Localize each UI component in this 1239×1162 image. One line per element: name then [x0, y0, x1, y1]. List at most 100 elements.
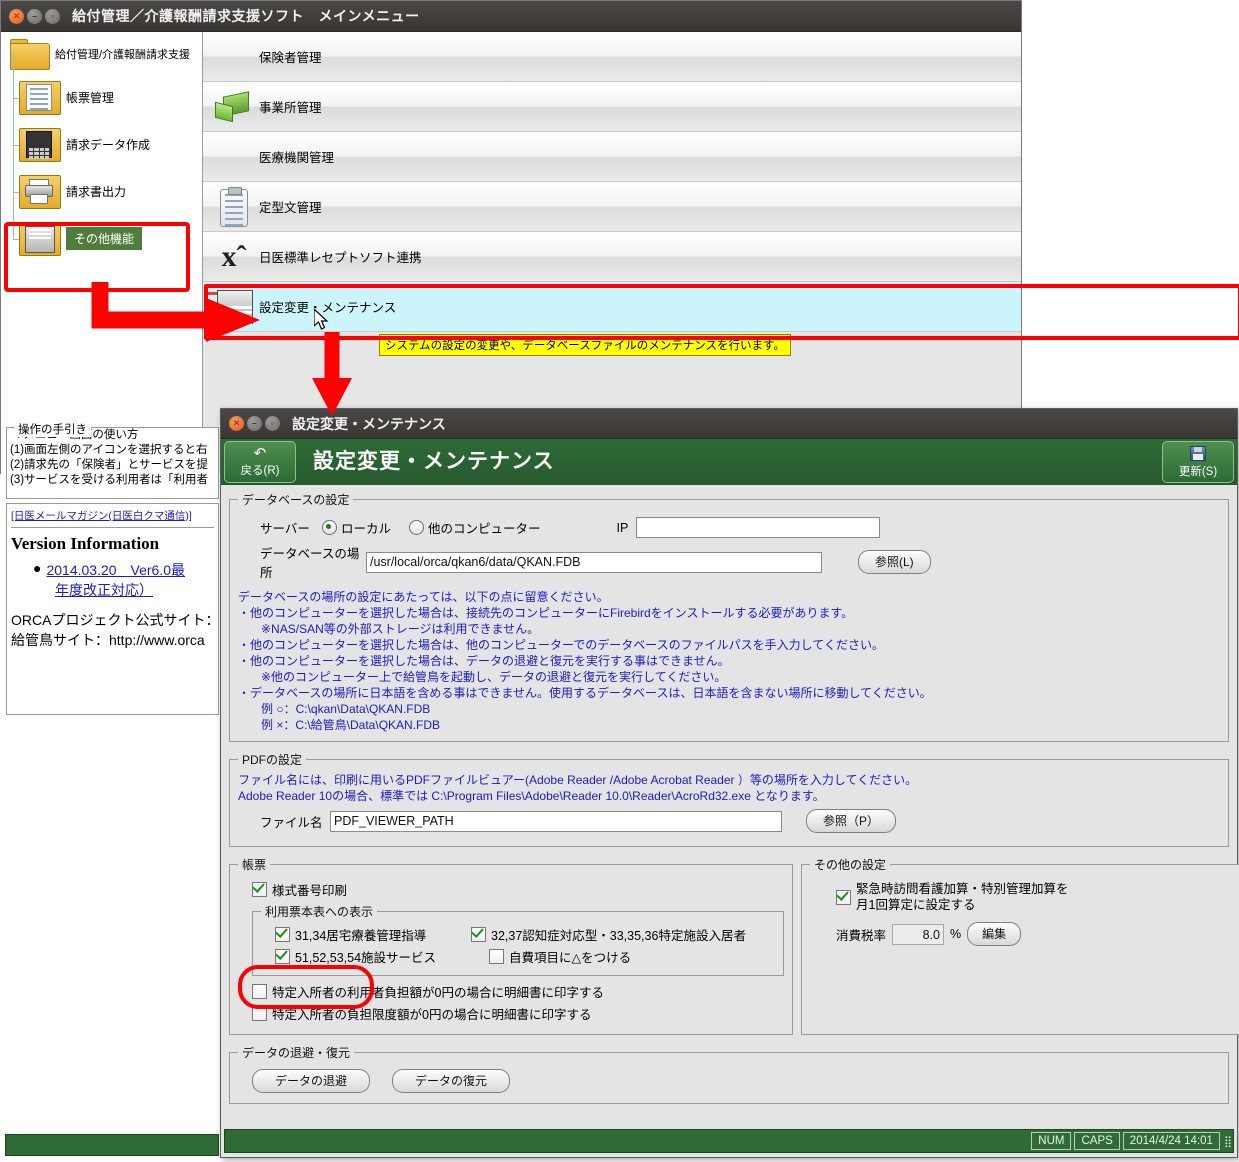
extra-item-checkbox[interactable]	[252, 984, 267, 999]
data-restore-button[interactable]: データの復元	[392, 1069, 510, 1093]
sub-item-row[interactable]: 51,52,53,54施設サービス	[275, 947, 471, 966]
forms-group: 帳票 様式番号印刷 利用票本表への表示 31,34居宅療養管理指導 51,52,…	[229, 856, 793, 1035]
sub-item-row[interactable]: 32,37認知症対応型・33,35,36特定施設入居者	[471, 925, 746, 944]
ip-input[interactable]	[636, 517, 881, 538]
data-evacuate-button[interactable]: データの退避	[252, 1069, 370, 1093]
dialog-heading: 設定変更・メンテナンス	[313, 450, 555, 473]
data-backup-legend: データの退避・復元	[242, 1046, 351, 1060]
pdf-browse-button[interactable]: 参照（P）	[806, 809, 897, 833]
radio-local-label: ローカル	[341, 522, 392, 536]
server-label: サーバー	[260, 522, 310, 536]
clipboard-icon	[209, 186, 255, 228]
maximize-icon[interactable]: ▫	[45, 8, 60, 24]
resize-grip-icon[interactable]: ⣿	[1224, 1135, 1232, 1148]
database-note: ※NAS/SAN等の外部ストレージは利用できません。	[249, 622, 540, 636]
sidebar-item-label: 請求データ作成	[66, 138, 151, 152]
form-number-print-checkbox[interactable]	[252, 882, 267, 897]
main-window-titlebar: ✕ – ▫ 給付管理／介護報酬請求支援ソフト メインメニュー	[1, 1, 1021, 32]
status-num: NUM	[1031, 1132, 1072, 1150]
ip-label: IP	[616, 520, 629, 535]
forms-legend: 帳票	[242, 858, 267, 872]
minimize-icon[interactable]: –	[27, 8, 42, 24]
minimize-icon[interactable]: –	[247, 416, 262, 431]
tree-root-label: 給付管理/介護報酬請求支援	[55, 49, 191, 61]
radio-local[interactable]	[322, 520, 337, 535]
form-number-print-label: 様式番号印刷	[272, 884, 348, 898]
folder-icon	[9, 38, 51, 70]
menu-row-teikeibun[interactable]: 定型文管理	[203, 182, 1021, 232]
dialog-statusbar: NUM CAPS 2014/4/24 14:01 ⣿	[224, 1129, 1234, 1153]
hospital-icon	[209, 136, 255, 178]
sub-item-checkbox[interactable]	[489, 949, 504, 964]
extra-item-row[interactable]: 特定入所者の負担限度額が0円の場合に明細書に印字する	[238, 1004, 784, 1023]
pdf-filename-input[interactable]	[330, 810, 782, 832]
menu-row-iryokikan[interactable]: 医療機関管理	[203, 132, 1021, 182]
official-site-line: ORCAプロジェクト公式サイト：	[11, 612, 219, 628]
extra-item-row[interactable]: 特定入所者の利用者負担額が0円の場合に明細書に印字する	[238, 982, 784, 1001]
version-info-panel: [日医メールマガジン(日医白クマ通信)] Version Information…	[6, 503, 219, 715]
status-caps: CAPS	[1074, 1132, 1120, 1150]
undo-arrow-icon: ↶	[253, 445, 267, 462]
mail-magazine-link[interactable]: [日医メールマガジン(日医白クマ通信)]	[11, 508, 214, 523]
version-entry-link[interactable]: 2014.03.20 Ver6.0最	[46, 560, 185, 580]
maximize-icon[interactable]: ▫	[265, 416, 280, 431]
emergency-visit-checkbox[interactable]	[836, 889, 851, 905]
database-note: ・データベースの場所に日本語を含める事はできません。使用するデータベースは、日本…	[238, 686, 932, 700]
sub-item-row[interactable]: 31,34居宅療養管理指導	[275, 925, 471, 944]
sidebar-item-seikyusho[interactable]: 請求書出力	[1, 144, 202, 215]
menu-row-jigyosho[interactable]: 事業所管理	[203, 82, 1021, 132]
guide-panel: i メニュー画面の使い方 (1)画面左側のアイコンを選択すると右 (2)請求先の…	[6, 427, 219, 499]
tax-edit-button[interactable]: 編集	[967, 922, 1022, 946]
pdf-note: Adobe Reader 10の場合、標準では C:\Program Files…	[238, 789, 825, 803]
sub-item-label: 自費項目に△をつける	[509, 951, 632, 965]
dialog-titlebar: ✕ – ▫ 設定変更・メンテナンス	[221, 409, 1237, 439]
sidebar-item-sonota[interactable]: その他機能	[1, 191, 202, 262]
sidebar-tree: 給付管理/介護報酬請求支援 帳票管理 請求データ作成 請求書出力 その他機能	[1, 32, 203, 474]
pdf-filename-row: ファイル名 参照（P）	[238, 809, 1220, 833]
menu-row-hokensha[interactable]: 保険者管理	[203, 32, 1021, 82]
printer-folder-icon	[19, 174, 61, 209]
server-row: サーバー ローカル 他のコンピューター IP	[238, 517, 1220, 538]
close-icon[interactable]: ✕	[9, 8, 24, 24]
guide-legend: 操作の手引き	[14, 421, 91, 437]
other-settings-group: その他の設定 緊急時訪問看護加算・特別管理加算を 月1回算定に設定する 消費税率…	[801, 856, 1239, 1035]
radio-remote[interactable]	[409, 520, 425, 535]
database-note: 例 ×：C:\給管鳥\Data\QKAN.FDB	[249, 718, 441, 732]
save-floppy-icon	[1190, 445, 1206, 461]
main-window-title: 給付管理／介護報酬請求支援ソフト メインメニュー	[72, 8, 420, 24]
divider	[11, 527, 214, 528]
usage-sheet-display-legend: 利用票本表への表示	[265, 905, 374, 919]
guide-line: (2)請求先の「保険者」とサービスを提	[10, 459, 209, 471]
sidebar-item-chohyo[interactable]: 帳票管理	[1, 50, 202, 121]
sidebar-item-label-selected: その他機能	[66, 227, 143, 250]
document-folder-icon	[19, 80, 61, 115]
sidebar-item-seikyu-data[interactable]: 請求データ作成	[1, 97, 202, 168]
extra-item-checkbox[interactable]	[252, 1006, 267, 1021]
extra-item-label: 特定入所者の利用者負担額が0円の場合に明細書に印字する	[272, 986, 604, 1000]
form-number-print-row[interactable]: 様式番号印刷	[238, 880, 784, 899]
sub-item-checkbox[interactable]	[275, 949, 290, 964]
dialog-content: データベースの設定 サーバー ローカル 他のコンピューター IP データベースの…	[221, 485, 1239, 1121]
database-note: ・他のコンピューターを選択した場合は、他のコンピューターでのデータベースのファイ…	[238, 638, 884, 652]
extra-item-label: 特定入所者の負担限度額が0円の場合に明細書に印字する	[272, 1008, 592, 1022]
db-path-row: データベースの場所 参照(L)	[238, 543, 1220, 581]
back-button[interactable]: ↶ 戻る(R)	[224, 441, 296, 483]
main-window: ✕ – ▫ 給付管理／介護報酬請求支援ソフト メインメニュー 給付管理/介護報酬…	[0, 0, 1022, 474]
status-datetime: 2014/4/24 14:01	[1122, 1132, 1220, 1150]
emergency-visit-label-line2: 月1回算定に設定する	[856, 898, 976, 912]
db-browse-button[interactable]: 参照(L)	[858, 550, 931, 574]
version-entry-line2[interactable]: 年度改正対応）	[55, 580, 214, 600]
sub-item-label: 51,52,53,54施設サービス	[295, 951, 437, 965]
menu-row-label: 医療機関管理	[259, 151, 335, 165]
tree-root[interactable]: 給付管理/介護報酬請求支援	[1, 32, 202, 74]
sub-item-row[interactable]: 自費項目に△をつける	[471, 947, 746, 966]
sub-item-checkbox[interactable]	[275, 927, 290, 942]
database-note: ・他のコンピューターを選択した場合は、接続先のコンピューターにFirebirdを…	[238, 606, 854, 620]
db-path-input[interactable]	[366, 551, 822, 573]
building-icon	[209, 36, 255, 78]
database-note: データベースの場所の設定にあたっては、以下の点に留意ください。	[238, 590, 609, 604]
close-icon[interactable]: ✕	[229, 416, 244, 431]
menu-row-receipt-link[interactable]: xˆ 日医標準レセプトソフト連携	[203, 232, 1021, 282]
sub-item-checkbox[interactable]	[471, 927, 486, 942]
update-button[interactable]: 更新(S)	[1162, 441, 1234, 483]
